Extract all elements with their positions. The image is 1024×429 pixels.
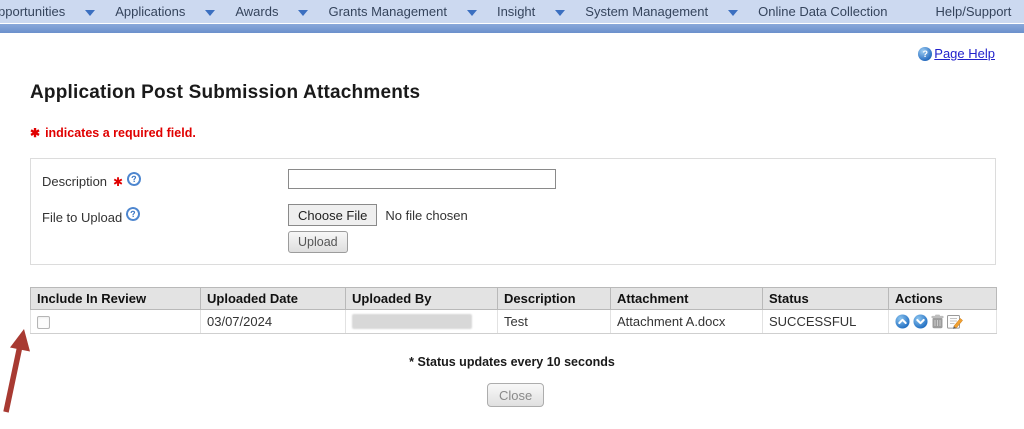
application-post-submission-attachments-page: pportunities Applications Awards Grants … — [0, 0, 1024, 429]
status-cell: SUCCESSFUL — [763, 310, 889, 334]
chevron-down-icon[interactable] — [85, 10, 95, 16]
chevron-down-icon[interactable] — [728, 10, 738, 16]
nav-item-label: Applications — [115, 4, 185, 19]
col-header-uploaded-by: Uploaded By — [346, 288, 498, 310]
red-annotation-arrow-icon — [0, 322, 40, 417]
nav-item-online-data-collection[interactable]: Online Data Collection — [758, 0, 887, 23]
chevron-down-icon[interactable] — [555, 10, 565, 16]
upload-button[interactable]: Upload — [288, 231, 348, 253]
page-title: Application Post Submission Attachments — [30, 82, 420, 104]
required-star-icon: ✱ — [113, 175, 123, 189]
nav-item-applications[interactable]: Applications — [115, 0, 215, 23]
file-label-row: File to Upload ? — [42, 210, 140, 225]
uploaded-by-redacted-value — [352, 314, 472, 329]
move-down-icon[interactable] — [913, 314, 928, 329]
file-help-icon[interactable]: ? — [125, 206, 141, 222]
row-actions — [895, 314, 990, 329]
nav-item-insight[interactable]: Insight — [497, 0, 565, 23]
delete-trash-icon[interactable] — [931, 314, 944, 329]
nav-item-help-support[interactable]: Help/Support — [935, 0, 1024, 23]
close-button[interactable]: Close — [487, 383, 544, 407]
nav-item-system-management[interactable]: System Management — [585, 0, 738, 23]
description-cell: Test — [498, 310, 611, 334]
chevron-down-icon[interactable] — [205, 10, 215, 16]
move-up-icon[interactable] — [895, 314, 910, 329]
page-help-label[interactable]: Page Help — [934, 46, 995, 61]
file-input-row: Choose File No file chosen — [288, 204, 468, 226]
nav-item-awards[interactable]: Awards — [235, 0, 308, 23]
col-header-include-in-review: Include In Review — [31, 288, 201, 310]
required-field-note: ✱ indicates a required field. — [30, 126, 196, 140]
upload-form-panel: Description ✱ ? File to Upload ? Choose … — [30, 158, 996, 265]
description-input[interactable] — [288, 169, 556, 189]
nav-item-label: Online Data Collection — [758, 4, 887, 19]
table-header-row: Include In Review Uploaded Date Uploaded… — [31, 288, 997, 310]
description-help-icon[interactable]: ? — [126, 171, 142, 187]
chevron-down-icon[interactable] — [298, 10, 308, 16]
attachments-table: Include In Review Uploaded Date Uploaded… — [30, 287, 997, 334]
nav-item-label: Help/Support — [935, 4, 1011, 19]
file-to-upload-label: File to Upload — [42, 210, 122, 225]
nav-item-label: System Management — [585, 4, 708, 19]
col-header-description: Description — [498, 288, 611, 310]
nav-accent-strip — [0, 24, 1024, 33]
edit-icon[interactable] — [947, 314, 963, 329]
description-label-row: Description ✱ ? — [42, 174, 141, 189]
nav-item-label: Awards — [235, 4, 278, 19]
required-star-icon: ✱ — [30, 126, 40, 140]
required-note-text: indicates a required field. — [45, 126, 196, 140]
col-header-attachment: Attachment — [611, 288, 763, 310]
no-file-chosen-text: No file chosen — [385, 208, 467, 223]
page-help-link[interactable]: ? Page Help — [918, 46, 995, 61]
include-in-review-checkbox[interactable] — [37, 316, 50, 329]
description-label: Description — [42, 174, 107, 189]
table-row: 03/07/2024 Test Attachment A.docx SUCCES… — [31, 310, 997, 334]
page-help-icon[interactable]: ? — [918, 47, 932, 61]
col-header-actions: Actions — [889, 288, 997, 310]
nav-item-grants-management[interactable]: Grants Management — [328, 0, 477, 23]
uploaded-date-cell: 03/07/2024 — [201, 310, 346, 334]
nav-item-label: pportunities — [0, 4, 65, 19]
top-navigation-bar: pportunities Applications Awards Grants … — [0, 0, 1024, 23]
attachment-cell: Attachment A.docx — [611, 310, 763, 334]
choose-file-button[interactable]: Choose File — [288, 204, 377, 226]
nav-item-opportunities[interactable]: pportunities — [0, 0, 95, 23]
nav-item-label: Grants Management — [328, 4, 447, 19]
nav-item-label: Insight — [497, 4, 535, 19]
status-update-note: * Status updates every 10 seconds — [0, 355, 1024, 369]
col-header-uploaded-date: Uploaded Date — [201, 288, 346, 310]
col-header-status: Status — [763, 288, 889, 310]
chevron-down-icon[interactable] — [467, 10, 477, 16]
